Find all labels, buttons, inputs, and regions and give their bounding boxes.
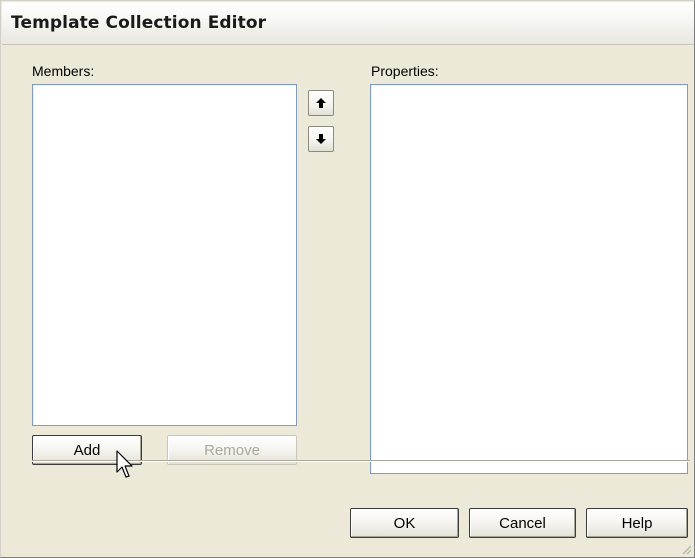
help-button[interactable]: Help (586, 508, 688, 538)
title-bar[interactable]: Template Collection Editor (2, 2, 694, 45)
resize-grip-icon[interactable] (680, 543, 692, 555)
arrow-down-icon (316, 134, 326, 144)
move-up-button[interactable] (308, 90, 334, 116)
properties-label: Properties: (371, 63, 439, 79)
mouse-pointer-icon (116, 450, 133, 478)
arrow-up-icon (316, 98, 326, 108)
move-down-button[interactable] (308, 126, 334, 152)
ok-button[interactable]: OK (350, 508, 459, 538)
collection-editor-dialog: Template Collection Editor Members: Prop… (0, 0, 695, 558)
cancel-button[interactable]: Cancel (469, 508, 576, 538)
members-listbox[interactable] (32, 84, 297, 426)
dialog-title: Template Collection Editor (11, 13, 267, 33)
properties-grid[interactable] (370, 84, 688, 474)
members-label: Members: (32, 63, 95, 79)
